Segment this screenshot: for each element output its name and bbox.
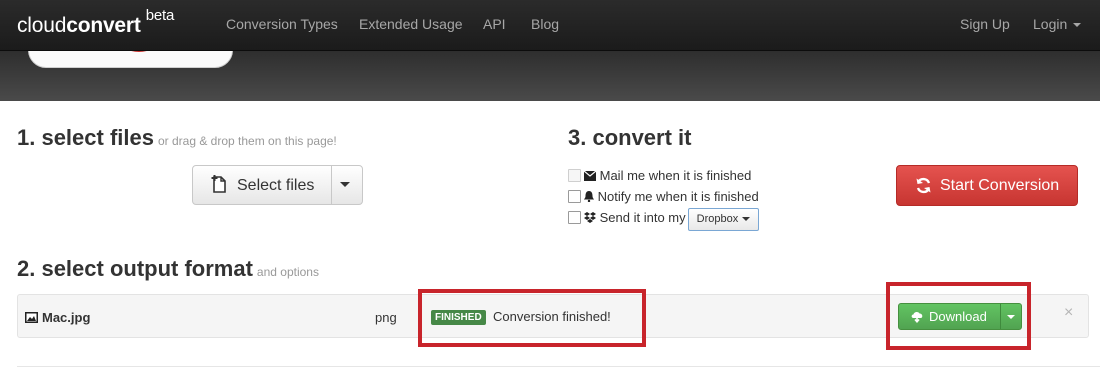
highlight-box-status [418,289,646,347]
beta-label: beta [145,7,175,24]
step3-heading: 3. convert it [568,125,691,151]
notify-checkbox[interactable] [568,190,581,203]
divider [17,366,1100,367]
dropbox-select[interactable]: Dropbox [687,208,760,231]
chevron-down-icon [742,217,751,222]
dropbox-icon [584,210,596,225]
login-label: Login [1033,16,1068,32]
step3-title: 3. convert it [568,125,692,150]
select-files-dropdown-toggle[interactable] [332,166,363,204]
select-files-button[interactable]: Select files [193,166,332,204]
brand-text-bold: convert [66,14,141,37]
output-format-select[interactable]: png [375,310,397,325]
chevron-down-icon [340,182,350,187]
mail-checkbox[interactable] [568,169,581,182]
step1-heading: 1. select files or drag & drop them on th… [17,125,337,151]
start-conversion-label: Start Conversion [940,177,1060,194]
option-send-dropbox: Send it into my Dropbox [568,208,760,231]
start-conversion-button[interactable]: Start Conversion [896,165,1078,206]
option-mail-me: Mail me when it is finished [568,168,751,183]
step2-hint: and options [256,265,319,279]
nav-login[interactable]: Login [1033,16,1082,32]
notify-label: Notify me when it is finished [597,189,759,204]
dropbox-checkbox[interactable] [568,211,581,224]
nav-sign-up[interactable]: Sign Up [960,16,1010,32]
nav-blog[interactable]: Blog [531,16,559,32]
nav-extended-usage[interactable]: Extended Usage [359,16,463,32]
dropbox-select-label: Dropbox [696,213,739,225]
chevron-down-icon [1073,23,1082,28]
dropbox-label: Send it into my [599,210,686,225]
nav-conversion-types[interactable]: Conversion Types [226,16,338,32]
hero-logo-image [28,51,233,68]
select-files-button-group: Select files [192,165,363,205]
brand-logo[interactable]: cloudconvert beta [17,7,174,38]
select-files-label: Select files [237,177,315,194]
step1-title: 1. select files [17,125,154,150]
option-notify-me: Notify me when it is finished [568,189,759,204]
brand-text-light: cloud [17,14,67,37]
image-file-icon [25,310,38,328]
top-navbar: cloudconvert beta Conversion Types Extend… [0,0,1100,51]
mail-label: Mail me when it is finished [599,168,752,183]
nav-api[interactable]: API [483,16,506,32]
file-name: Mac.jpg [42,310,91,325]
file-add-icon [211,175,227,198]
refresh-icon [915,177,932,199]
envelope-icon [583,168,597,183]
hero-banner [0,51,1100,101]
bell-icon [584,189,594,204]
step1-hint: or drag & drop them on this page! [157,134,337,148]
close-icon[interactable]: × [1064,304,1073,322]
highlight-box-download [886,282,1031,350]
step2-title: 2. select output format [17,256,253,281]
step2-heading: 2. select output format and options [17,256,319,282]
